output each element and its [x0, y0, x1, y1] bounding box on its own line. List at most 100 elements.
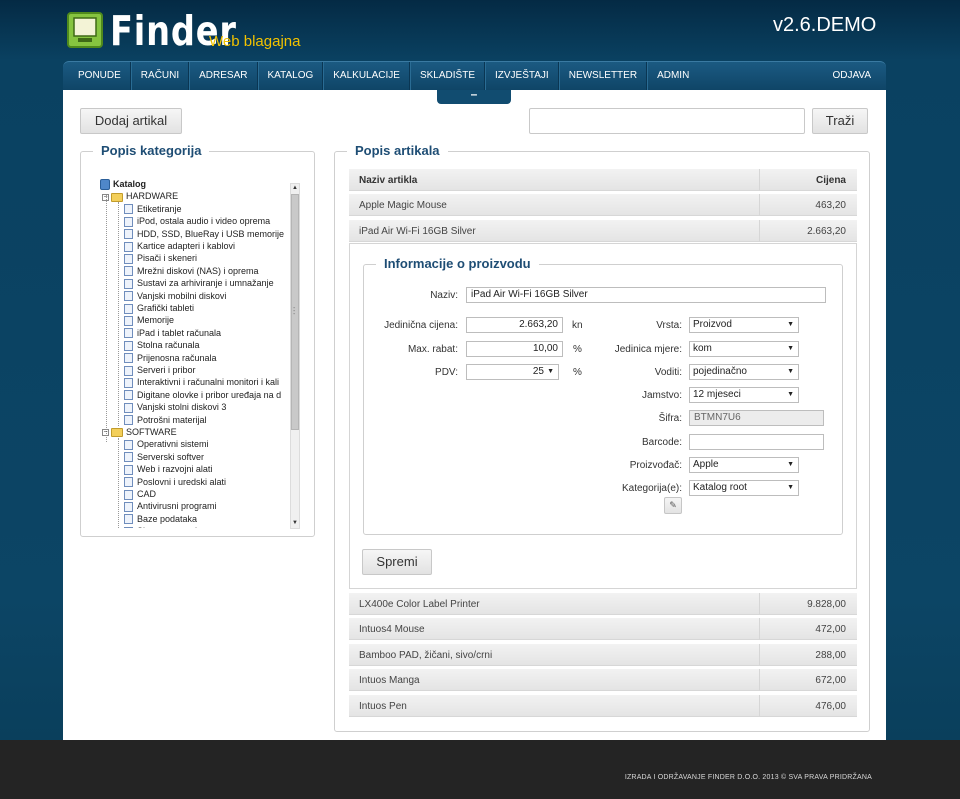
scroll-thumb[interactable]: - - - — [291, 194, 299, 430]
barcode-input[interactable] — [689, 434, 824, 450]
pdv-select[interactable]: 25 ▼ — [466, 364, 559, 380]
tree-root-label: Katalog — [113, 179, 147, 189]
nav-item-6[interactable]: IZVJEŠTAJI — [485, 62, 559, 91]
main-nav: PONUDE RAČUNI ADRESAR KATALOG KALKULACIJE SKL… — [63, 61, 886, 91]
jamstvo-select[interactable]: 12 mjeseci ▼ — [689, 387, 799, 403]
jedinica-label: Jedinica mjere: — [614, 344, 682, 355]
rabat-unit: % — [573, 344, 582, 355]
nav-item-0[interactable]: PONUDE — [63, 62, 131, 91]
tree-item[interactable]: Serveri i pribor — [124, 364, 196, 376]
tree-item[interactable]: Mrežni diskovi (NAS) i oprema — [124, 265, 259, 277]
jamstvo-label: Jamstvo: — [641, 390, 682, 401]
tree-item[interactable]: Memorije — [124, 314, 175, 327]
tree-item-label: Pisači i skeneri — [137, 253, 198, 264]
logout-link[interactable]: ODJAVA — [832, 62, 871, 90]
article-name: Intuos Manga — [359, 675, 420, 687]
tree-item[interactable]: Vanjski stolni diskovi 3 — [124, 401, 226, 413]
tree-item[interactable]: Potrošni materijal — [124, 414, 207, 426]
category-tree[interactable]: Katalog − HARDWARE Etiketiranje iPod, ostala… — [100, 176, 290, 528]
tree-item[interactable]: Stolna računala — [124, 339, 200, 351]
kategorija-select[interactable]: Katalog root ▼ — [689, 480, 799, 496]
add-article-button[interactable]: Dodaj artikal — [80, 108, 182, 134]
nav-item-1[interactable]: RAČUNI — [130, 62, 190, 91]
vrsta-select[interactable]: Proizvod ▼ — [689, 317, 799, 333]
search-input[interactable] — [529, 108, 805, 134]
tree-item[interactable]: Kartice adapteri i kablovi — [124, 240, 235, 252]
tree-item[interactable]: Web i razvojni alati — [124, 463, 212, 475]
column-header-price[interactable]: Cijena — [816, 169, 846, 192]
article-row[interactable]: Apple Magic Mouse 463,20 — [349, 193, 857, 216]
tree-item-label: Potrošni materijal — [137, 414, 207, 425]
document-icon — [124, 526, 133, 528]
category-tree-scrollbar[interactable]: ▲ - - - ▼ — [290, 183, 300, 529]
article-row[interactable]: Intuos Pen 476,00 — [349, 693, 857, 717]
document-icon — [124, 502, 133, 513]
tree-item[interactable]: iPod, ostala audio i video oprema — [124, 215, 270, 227]
nav-item-8[interactable]: ADMIN — [647, 62, 698, 91]
folder-icon — [111, 428, 123, 438]
tree-item[interactable]: CAD — [124, 488, 156, 500]
tree-item[interactable]: Poslovni i uredski alati — [124, 476, 226, 488]
chevron-down-icon: ▼ — [787, 484, 794, 491]
chevron-down-icon: ▼ — [787, 391, 794, 398]
article-price: 476,00 — [815, 700, 846, 712]
nav-item-2[interactable]: ADRESAR — [189, 62, 258, 91]
cijena-input[interactable]: 2.663,20 — [466, 317, 563, 333]
tree-item[interactable]: Grafički tableti — [124, 302, 194, 314]
tree-item-label: Memorije — [137, 315, 175, 326]
tree-root[interactable]: Katalog — [100, 178, 147, 191]
nav-item-7[interactable]: NEWSLETTER — [558, 62, 648, 91]
tree-item[interactable]: Prijenosna računala — [124, 352, 217, 364]
naziv-input[interactable]: iPad Air Wi-Fi 16GB Silver — [466, 287, 826, 303]
tree-item[interactable]: Antivirusni programi — [124, 500, 217, 513]
article-price: 288,00 — [815, 649, 846, 661]
edit-categories-button[interactable]: ✎ — [664, 497, 682, 514]
document-icon — [124, 477, 133, 488]
article-row[interactable]: Bamboo PAD, žičani, sivo/crni 288,00 — [349, 642, 857, 666]
article-row[interactable]: iPad Air Wi-Fi 16GB Silver 2.663,20 — [349, 218, 857, 242]
column-header-name[interactable]: Naziv artikla — [359, 169, 417, 192]
scroll-down-icon[interactable]: ▼ — [291, 519, 299, 528]
tree-item[interactable]: Sustavi za arhiviranje i umnažanje — [124, 277, 274, 289]
tree-item[interactable]: Baze podataka — [124, 513, 197, 525]
tree-group[interactable]: − SOFTWARE — [102, 426, 177, 438]
tree-item-label: Vanjski stolni diskovi 3 — [137, 402, 227, 413]
search-button[interactable]: Traži — [812, 108, 868, 134]
tree-item-label: Grafički tableti — [137, 303, 195, 313]
collapse-header-button[interactable]: – — [437, 88, 511, 104]
tree-item-label: Operativni sistemi — [137, 439, 209, 450]
document-icon — [124, 464, 133, 475]
tree-item[interactable]: Digitane olovke i pribor uređaja na d — [124, 389, 281, 401]
nav-item-4[interactable]: KALKULACIJE — [323, 62, 410, 91]
collapse-icon[interactable]: − — [102, 193, 109, 201]
tree-item[interactable]: Sigurnosna pohrana — [124, 525, 218, 528]
tree-item[interactable]: iPad i tablet računala — [124, 327, 221, 339]
tree-item[interactable]: Etiketiranje — [124, 203, 182, 215]
jedinica-select[interactable]: kom ▼ — [689, 341, 799, 357]
voditi-select[interactable]: pojedinačno ▼ — [689, 364, 799, 380]
chevron-down-icon: ▼ — [787, 461, 794, 468]
tree-item[interactable]: Serverski softver — [124, 451, 204, 463]
rabat-label: Max. rabat: — [407, 344, 458, 355]
article-row[interactable]: Intuos4 Mouse 472,00 — [349, 617, 857, 641]
rabat-input[interactable]: 10,00 — [466, 341, 563, 357]
tree-item[interactable]: Pisači i skeneri — [124, 252, 198, 265]
tree-item[interactable]: Operativni sistemi — [124, 438, 209, 451]
document-icon — [124, 402, 133, 413]
document-icon — [124, 328, 133, 339]
article-row[interactable]: LX400e Color Label Printer 9.828,00 — [349, 592, 857, 615]
collapse-icon[interactable]: − — [102, 429, 109, 437]
tree-item[interactable]: Interaktivni i računalni monitori i kali — [124, 376, 279, 389]
nav-item-3[interactable]: KATALOG — [257, 62, 324, 91]
tree-item-label: Poslovni i uredski alati — [137, 476, 227, 487]
document-icon — [124, 390, 133, 401]
article-row[interactable]: Intuos Manga 672,00 — [349, 668, 857, 692]
save-button[interactable]: Spremi — [362, 549, 432, 575]
scroll-up-icon[interactable]: ▲ — [291, 184, 299, 193]
tree-item[interactable]: HDD, SSD, BlueRay i USB memorije — [124, 228, 284, 240]
tree-item[interactable]: Vanjski mobilni diskovi — [124, 290, 226, 302]
proizvodjac-select[interactable]: Apple ▼ — [689, 457, 799, 473]
document-icon — [124, 303, 133, 314]
tree-item-label: Stolna računala — [137, 340, 200, 351]
tree-group[interactable]: − HARDWARE — [102, 190, 178, 202]
